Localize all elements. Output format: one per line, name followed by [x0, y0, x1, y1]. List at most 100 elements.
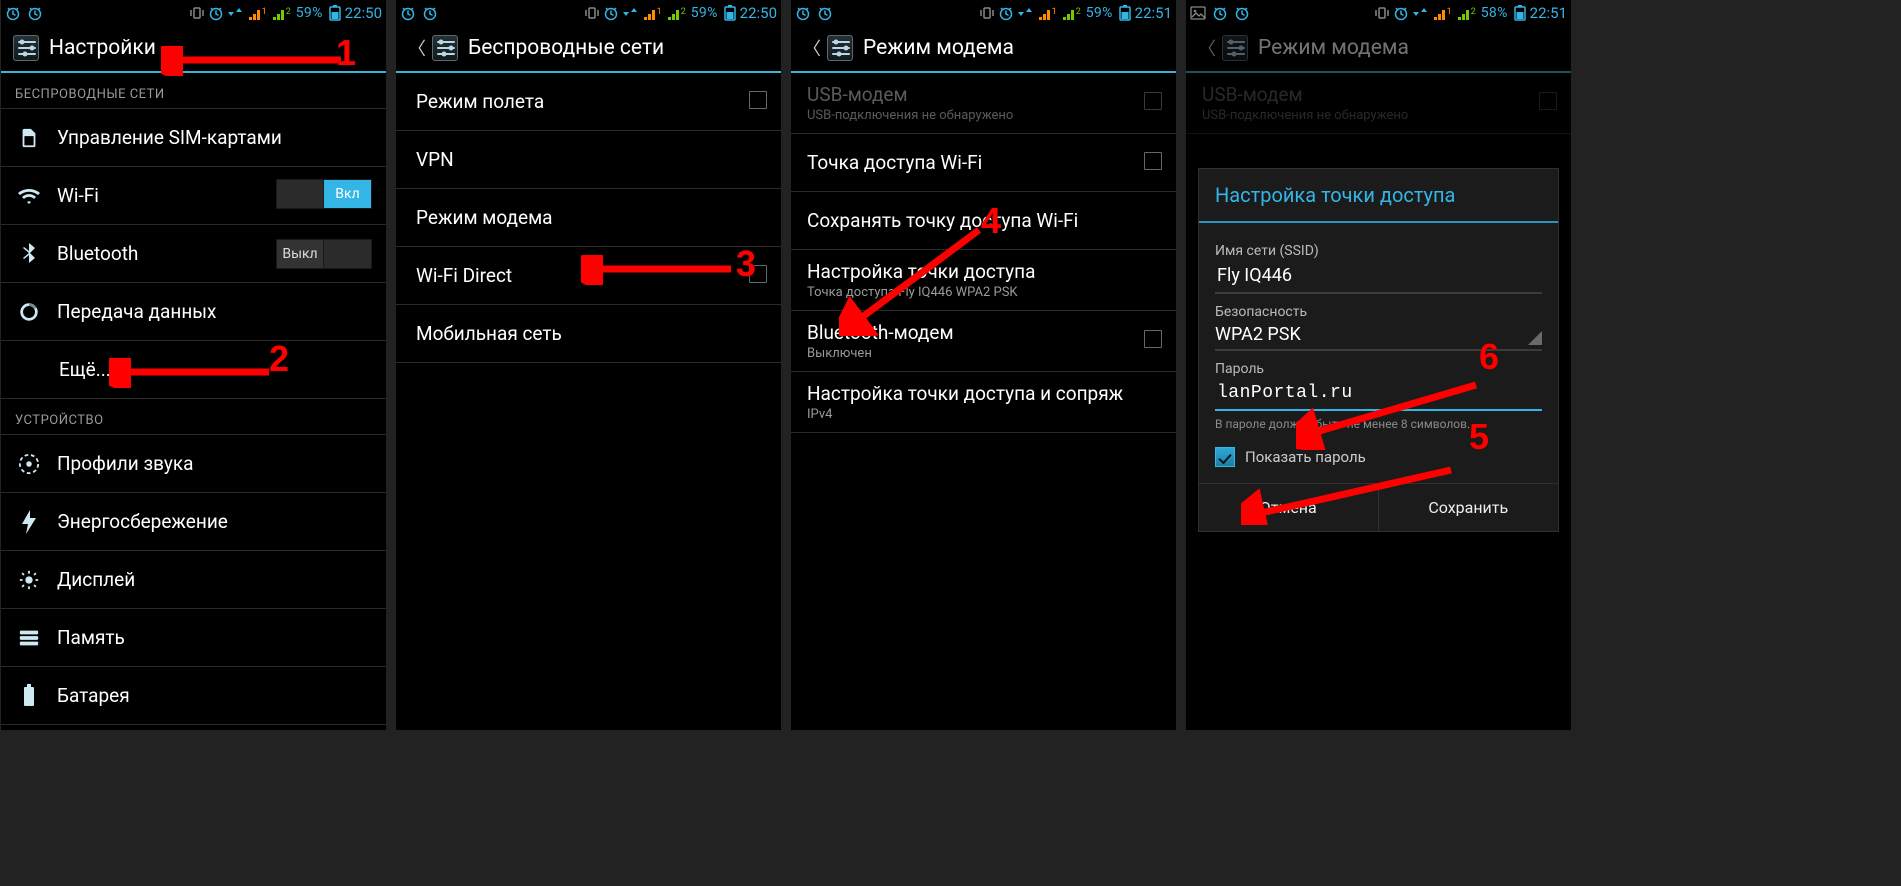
battery-percent: 59% — [691, 5, 718, 21]
security-spinner[interactable]: WPA2 PSK — [1215, 324, 1542, 351]
settings-app-icon — [13, 35, 39, 61]
battery-icon — [1116, 5, 1132, 21]
row-power[interactable]: Энергосбережение — [1, 493, 386, 551]
audio-profiles-icon — [15, 450, 43, 478]
row-data-usage[interactable]: Передача данных — [1, 283, 386, 341]
security-label: Безопасность — [1215, 304, 1542, 320]
page-title: Настройки — [49, 36, 156, 60]
row-label: Дисплей — [57, 568, 372, 591]
row-label: Настройка точки доступа и сопряж — [807, 382, 1162, 405]
row-sublabel: Выключен — [807, 346, 1130, 361]
airplane-checkbox[interactable] — [749, 91, 767, 109]
dropdown-caret-icon — [1528, 331, 1542, 345]
bluetooth-icon — [15, 240, 43, 268]
bt-toggle[interactable]: Выкл — [276, 239, 372, 269]
battery-icon — [721, 5, 737, 21]
battery-icon — [15, 682, 43, 710]
row-battery[interactable]: Батарея — [1, 667, 386, 725]
row-label: Энергосбережение — [57, 510, 372, 533]
password-input[interactable] — [1215, 377, 1542, 411]
sim-icon — [15, 124, 43, 152]
page-title: Режим модема — [1258, 36, 1409, 60]
row-label: Настройка точки доступа — [807, 260, 1162, 283]
dimmed-background: 〈 Режим модема USB-модем USB-подключения… — [1186, 25, 1571, 134]
vibrate-icon — [1374, 5, 1390, 21]
sim1-badge: 1 — [262, 7, 267, 17]
data-updown-icon — [1412, 5, 1428, 21]
row-more[interactable]: Ещё... — [1, 341, 386, 399]
wifi-direct-checkbox[interactable] — [749, 265, 767, 283]
row-keep-hotspot[interactable]: Сохранять точку доступа Wi-Fi — [791, 192, 1176, 250]
row-label: Сохранять точку доступа Wi-Fi — [807, 209, 1162, 232]
row-label: VPN — [416, 148, 767, 171]
row-label: Bluetooth-модем — [807, 321, 1130, 344]
alarm-icon — [27, 5, 43, 21]
screen-4: 1 2 58% 22:51 〈 Режим модема USB-модем U — [1186, 0, 1571, 730]
row-wifi[interactable]: Wi-Fi Вкл — [1, 167, 386, 225]
bt-checkbox[interactable] — [1144, 330, 1162, 348]
row-sublabel: USB-подключения не обнаружено — [807, 108, 1130, 123]
row-wifi-direct[interactable]: Wi-Fi Direct — [396, 247, 781, 305]
row-bluetooth[interactable]: Bluetooth Выкл — [1, 225, 386, 283]
row-vpn[interactable]: VPN — [396, 131, 781, 189]
show-password-checkbox[interactable] — [1215, 447, 1235, 467]
wifi-toggle[interactable]: Вкл — [276, 179, 372, 212]
back-chevron-icon: 〈 — [1198, 35, 1216, 61]
tutorial-four-screens: 1 2 59% 22:50 Настройки Беспроводные сет… — [0, 0, 1556, 731]
back-chevron-icon[interactable]: 〈 — [408, 35, 426, 61]
signal-1-icon — [246, 5, 262, 21]
row-sim[interactable]: Управление SIM-картами — [1, 109, 386, 167]
dialog-buttons: Отмена Сохранить — [1199, 483, 1558, 531]
row-sublabel: Точка доступа Fly IQ446 WPA2 PSK — [807, 285, 1162, 300]
settings-app-icon — [432, 35, 458, 61]
vibrate-icon — [189, 5, 205, 21]
row-hotspot-config[interactable]: Настройка точки доступа Точка доступа Fl… — [791, 250, 1176, 311]
row-label: Память — [57, 626, 372, 649]
cancel-button[interactable]: Отмена — [1199, 484, 1379, 531]
clock-time: 22:50 — [740, 4, 777, 22]
status-bar: 1 2 59% 22:51 — [791, 0, 1176, 25]
row-tethering[interactable]: Режим модема — [396, 189, 781, 247]
clock-time: 22:51 — [1530, 4, 1567, 22]
section-header-device: Устройство — [1, 399, 386, 435]
wifi-icon — [15, 182, 43, 210]
security-value: WPA2 PSK — [1215, 324, 1301, 345]
status-bar: 1 2 58% 22:51 — [1186, 0, 1571, 25]
row-hotspot-pairing[interactable]: Настройка точки доступа и сопряж IPv4 — [791, 372, 1176, 433]
row-label: Wi-Fi — [57, 184, 262, 207]
back-chevron-icon[interactable]: 〈 — [803, 35, 821, 61]
ssid-input[interactable] — [1215, 259, 1542, 294]
vibrate-icon — [979, 5, 995, 21]
row-wifi-hotspot[interactable]: Точка доступа Wi-Fi — [791, 134, 1176, 192]
clock-icon — [208, 5, 224, 21]
clock-icon — [1393, 5, 1409, 21]
signal-2-icon — [665, 5, 681, 21]
brightness-icon — [15, 566, 43, 594]
row-mobile-network[interactable]: Мобильная сеть — [396, 305, 781, 363]
row-display[interactable]: Дисплей — [1, 551, 386, 609]
row-label: Передача данных — [57, 300, 372, 323]
clock-time: 22:50 — [345, 4, 382, 22]
row-airplane[interactable]: Режим полета — [396, 73, 781, 131]
appbar[interactable]: 〈 Режим модема — [791, 25, 1176, 73]
alarm-icon — [400, 5, 416, 21]
row-usb-modem: USB-модем USB-подключения не обнаружено — [1186, 73, 1571, 134]
alarm-icon — [817, 5, 833, 21]
dialog-title: Настройка точки доступа — [1199, 169, 1558, 223]
save-button[interactable]: Сохранить — [1379, 484, 1559, 531]
appbar[interactable]: 〈 Беспроводные сети — [396, 25, 781, 73]
hotspot-checkbox[interactable] — [1144, 152, 1162, 170]
row-label: USB-модем — [1202, 83, 1525, 106]
clock-icon — [998, 5, 1014, 21]
battery-percent: 58% — [1481, 5, 1508, 21]
row-bt-modem[interactable]: Bluetooth-модем Выключен — [791, 311, 1176, 372]
data-updown-icon — [227, 5, 243, 21]
row-label: Ещё... — [59, 358, 372, 381]
data-updown-icon — [622, 5, 638, 21]
row-label: Режим модема — [416, 206, 767, 229]
row-storage[interactable]: Память — [1, 609, 386, 667]
signal-1-icon — [1036, 5, 1052, 21]
signal-1-icon — [641, 5, 657, 21]
row-audio[interactable]: Профили звука — [1, 435, 386, 493]
signal-1-icon — [1431, 5, 1447, 21]
